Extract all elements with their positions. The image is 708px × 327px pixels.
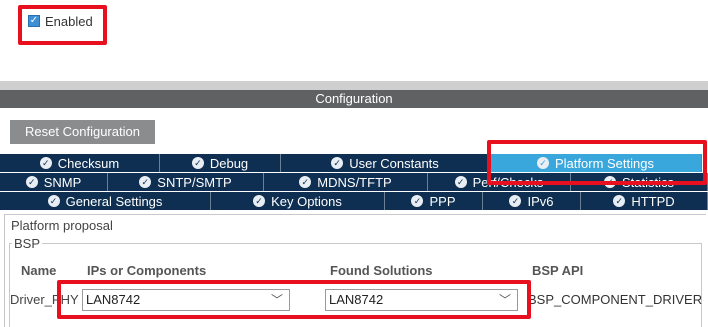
tab-label: PPP	[429, 193, 456, 209]
configuration-header: Configuration	[0, 90, 708, 108]
divider-bar	[0, 81, 708, 90]
tab-sntp-smtp[interactable]: ✓ SNTP/SMTP	[108, 173, 264, 191]
column-header-found: Found Solutions	[330, 263, 433, 278]
tab-label: Perf/Checks	[472, 174, 544, 190]
ips-components-select[interactable]: LAN8742 ﹀	[82, 289, 290, 311]
tab-label: MDNS/TFTP	[317, 174, 392, 190]
tab-mdns-tftp[interactable]: ✓ MDNS/TFTP	[264, 173, 428, 191]
check-circle-icon: ✓	[299, 176, 312, 188]
check-circle-icon: ✓	[613, 195, 626, 207]
check-circle-icon: ✓	[537, 157, 549, 169]
tab-ppp[interactable]: ✓ PPP	[385, 192, 483, 210]
chevron-down-icon: ﹀	[498, 293, 511, 307]
tab-label: Platform Settings	[555, 155, 654, 171]
check-circle-icon: ✓	[25, 176, 38, 188]
tab-label: SNMP	[43, 174, 82, 190]
tab-label: Debug	[209, 155, 249, 171]
check-circle-icon: ✓	[139, 176, 152, 188]
check-circle-icon: ✓	[191, 157, 204, 169]
tab-debug[interactable]: ✓ Debug	[160, 154, 281, 172]
column-header-bsp-api: BSP API	[532, 263, 584, 278]
tab-label: General Settings	[65, 193, 163, 209]
tab-label: User Constants	[349, 155, 439, 171]
tab-label: HTTPD	[631, 193, 675, 209]
tab-label: Statistics	[621, 174, 674, 190]
tab-label: SNTP/SMTP	[157, 174, 232, 190]
tab-key-options[interactable]: ✓ Key Options	[211, 192, 385, 210]
bsp-legend: BSP	[12, 236, 43, 251]
check-circle-icon: ✓	[509, 195, 522, 207]
tab-checksum[interactable]: ✓ Checksum	[0, 154, 160, 172]
tab-row-1: ✓ Checksum ✓ Debug ✓ User Constants ✓ Pl…	[0, 154, 708, 172]
tab-statistics[interactable]: ✓ Statistics	[571, 173, 708, 191]
tab-platform-settings[interactable]: ✓ Platform Settings	[490, 154, 702, 172]
bsp-api-value: BSP_COMPONENT_DRIVER	[528, 292, 703, 307]
check-circle-icon: ✓	[454, 176, 467, 188]
enabled-label: Enabled	[45, 13, 93, 29]
check-circle-icon: ✓	[47, 195, 60, 207]
column-header-name: Name	[21, 263, 57, 278]
column-header-ips: IPs or Components	[87, 263, 207, 278]
tab-httpd[interactable]: ✓ HTTPD	[581, 192, 708, 210]
platform-proposal-legend: Platform proposal	[9, 218, 115, 233]
check-circle-icon: ✓	[331, 157, 344, 169]
tab-perf-checks[interactable]: ✓ Perf/Checks	[428, 173, 571, 191]
enabled-checkbox-row[interactable]: ✓ Enabled	[28, 12, 93, 30]
enabled-checkbox[interactable]: ✓	[28, 15, 40, 27]
tab-row-3: ✓ General Settings ✓ Key Options ✓ PPP ✓…	[0, 192, 708, 210]
row-name-driver-phy: Driver_PHY	[10, 292, 79, 307]
check-circle-icon: ✓	[411, 195, 424, 207]
reset-configuration-button[interactable]: Reset Configuration	[10, 120, 155, 144]
check-circle-icon: ✓	[253, 195, 266, 207]
checkmark-icon: ✓	[29, 15, 39, 26]
tab-label: Key Options	[271, 193, 342, 209]
chevron-down-icon: ﹀	[270, 293, 283, 307]
found-solutions-value: LAN8742	[329, 292, 384, 307]
bsp-group	[9, 243, 702, 327]
tab-snmp[interactable]: ✓ SNMP	[0, 173, 108, 191]
check-circle-icon: ✓	[603, 176, 616, 188]
tab-user-constants[interactable]: ✓ User Constants	[281, 154, 490, 172]
tab-label: Checksum	[57, 155, 120, 171]
ips-components-value: LAN8742	[86, 292, 141, 307]
tab-row-2: ✓ SNMP ✓ SNTP/SMTP ✓ MDNS/TFTP ✓ Perf/Ch…	[0, 173, 708, 191]
tab-label: IPv6	[527, 193, 554, 209]
tab-ipv6[interactable]: ✓ IPv6	[483, 192, 581, 210]
found-solutions-select[interactable]: LAN8742 ﹀	[325, 289, 518, 311]
check-circle-icon: ✓	[39, 157, 52, 169]
tab-general-settings[interactable]: ✓ General Settings	[0, 192, 211, 210]
